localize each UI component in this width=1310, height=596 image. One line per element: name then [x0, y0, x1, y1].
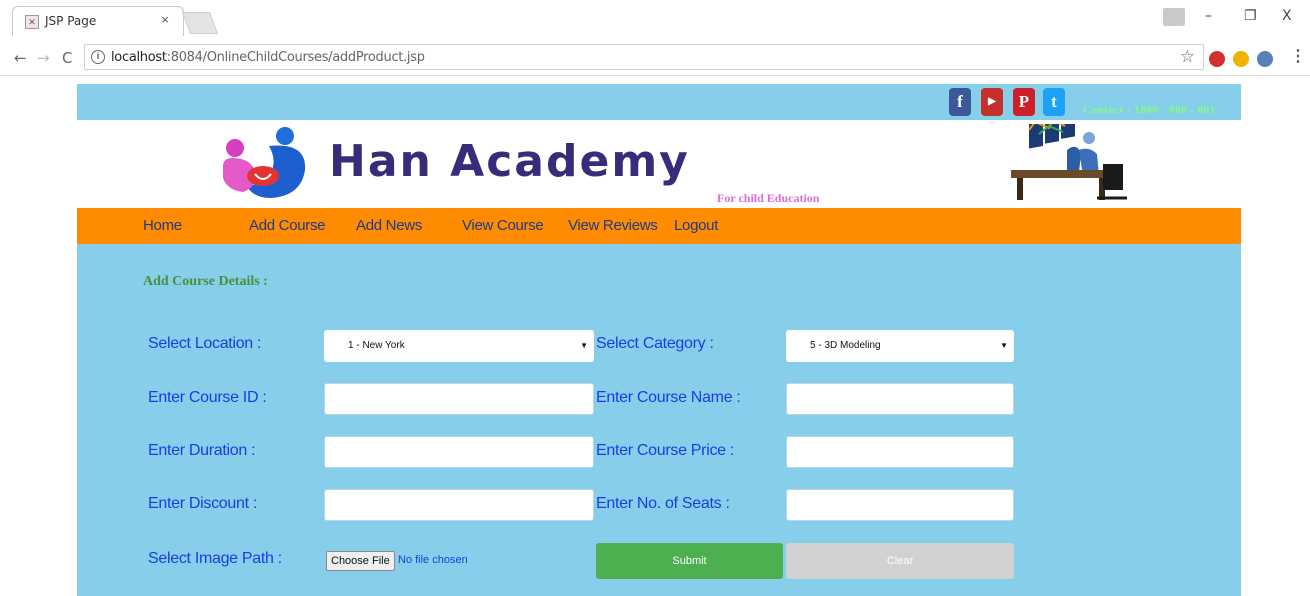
- site-info-icon[interactable]: i: [91, 50, 105, 64]
- new-tab-button[interactable]: [181, 12, 219, 34]
- nav-add-news[interactable]: Add News: [356, 217, 422, 234]
- tab-close-icon[interactable]: ×: [161, 12, 169, 27]
- dropdown-arrow-icon: ▼: [580, 341, 588, 350]
- banner: Han Academy For child Education: [77, 120, 1241, 208]
- nav-view-reviews[interactable]: View Reviews: [568, 217, 658, 234]
- url-text[interactable]: localhost:8084/OnlineChildCourses/addPro…: [111, 50, 425, 65]
- restore-button[interactable]: ❐: [1244, 8, 1257, 24]
- profile-avatar[interactable]: [1163, 8, 1185, 26]
- course-price-label: Enter Course Price :: [596, 442, 735, 459]
- nav-logout[interactable]: Logout: [674, 217, 718, 234]
- clear-button[interactable]: Clear: [786, 543, 1014, 579]
- browser-tab-bar: ✕ JSP Page × – ❐ X: [0, 0, 1310, 40]
- top-strip: f ▶ Pt Contact : 1800 - 000 - 001: [77, 84, 1241, 120]
- location-select[interactable]: 1 - New York ▼: [324, 330, 594, 362]
- course-id-label: Enter Course ID :: [148, 389, 267, 406]
- duration-label: Enter Duration :: [148, 442, 256, 459]
- add-course-form: Add Course Details : Select Location : 1…: [77, 244, 1241, 596]
- form-title: Add Course Details :: [143, 274, 268, 289]
- tagline: For child Education: [717, 191, 820, 205]
- discount-label: Enter Discount :: [148, 495, 258, 512]
- contact-number: Contact : 1800 - 000 - 001: [1083, 104, 1216, 116]
- browser-menu-icon[interactable]: ⋮: [1290, 46, 1306, 66]
- back-icon[interactable]: ←: [14, 49, 27, 67]
- seats-label: Enter No. of Seats :: [596, 495, 730, 512]
- course-name-label: Enter Course Name :: [596, 389, 741, 406]
- bookmark-star-icon[interactable]: ☆: [1180, 47, 1195, 67]
- page-favicon-icon: ✕: [25, 15, 39, 29]
- course-id-input[interactable]: [324, 383, 594, 415]
- image-path-label: Select Image Path :: [148, 550, 282, 567]
- main-navbar: Home Add Course Add News View Course Vie…: [77, 208, 1241, 244]
- minimize-button[interactable]: –: [1205, 8, 1212, 24]
- nav-add-course[interactable]: Add Course: [249, 217, 326, 234]
- academy-logo-icon: [223, 127, 306, 198]
- duration-input[interactable]: [324, 436, 594, 468]
- nav-view-course[interactable]: View Course: [462, 217, 544, 234]
- select-category-label: Select Category :: [596, 335, 714, 352]
- course-price-input[interactable]: [786, 436, 1014, 468]
- tab-title: JSP Page: [45, 14, 97, 28]
- shield-extension-icon[interactable]: [1257, 51, 1273, 67]
- select-location-label: Select Location :: [148, 335, 262, 352]
- abp-icon[interactable]: [1209, 51, 1225, 67]
- computer-desk-illustration: [1011, 124, 1127, 200]
- reload-icon[interactable]: C: [62, 49, 72, 67]
- facebook-icon[interactable]: f: [949, 88, 971, 116]
- nav-home[interactable]: Home: [143, 217, 182, 234]
- seats-input[interactable]: [786, 489, 1014, 521]
- brand-name: Han Academy: [329, 136, 690, 187]
- dropdown-arrow-icon: ▼: [1000, 341, 1008, 350]
- course-name-input[interactable]: [786, 383, 1014, 415]
- pinterest-icon[interactable]: P: [1013, 88, 1035, 116]
- no-file-chosen-text: No file chosen: [398, 554, 468, 566]
- norton-icon[interactable]: [1233, 51, 1249, 67]
- twitter-icon[interactable]: t: [1043, 88, 1065, 116]
- choose-file-button[interactable]: Choose File: [326, 551, 395, 571]
- youtube-icon[interactable]: ▶: [981, 88, 1003, 116]
- browser-tab[interactable]: ✕ JSP Page ×: [12, 6, 184, 36]
- discount-input[interactable]: [324, 489, 594, 521]
- category-select[interactable]: 5 - 3D Modeling ▼: [786, 330, 1014, 362]
- close-window-button[interactable]: X: [1282, 8, 1292, 24]
- submit-button[interactable]: Submit: [596, 543, 783, 579]
- address-bar[interactable]: i localhost:8084/OnlineChildCourses/addP…: [84, 44, 1204, 70]
- page-container: f ▶ Pt Contact : 1800 - 000 - 001 Han Acad…: [77, 84, 1241, 596]
- browser-toolbar: ← → C i localhost:8084/OnlineChildCourse…: [0, 40, 1310, 76]
- forward-icon[interactable]: →: [37, 49, 50, 67]
